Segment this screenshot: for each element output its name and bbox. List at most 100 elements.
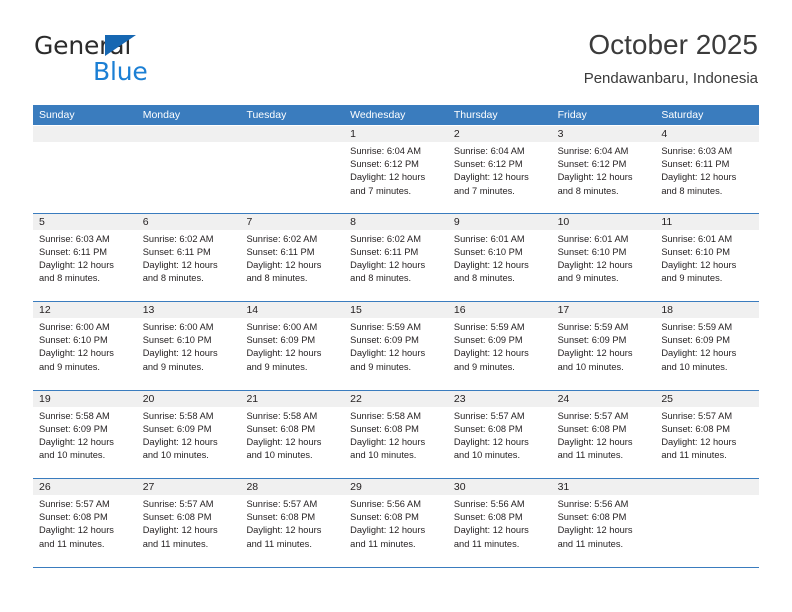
daylight-text-line1: Daylight: 12 hours: [557, 525, 633, 536]
sunset-text: Sunset: 6:08 PM: [350, 423, 419, 434]
sunrise-text: Sunrise: 5:58 AM: [39, 410, 110, 421]
day-cell[interactable]: 18 Sunrise: 5:59 AM Sunset: 6:09 PM Dayligh…: [655, 302, 760, 390]
sunrise-text: Sunrise: 5:57 AM: [39, 499, 110, 509]
day-number: 9: [447, 213, 552, 230]
sunset-text: Sunset: 6:09 PM: [453, 335, 523, 346]
sunset-text: Sunset: 6:10 PM: [142, 335, 212, 346]
day-cell[interactable]: 23 Sunrise: 5:57 AM Sunset: 6:08 PM Dayligh…: [447, 390, 552, 478]
day-details: Sunrise: 5:57 AM Sunset: 6:08 PM Daylight:…: [655, 407, 759, 463]
day-cell[interactable]: 7 Sunrise: 6:02 AM Sunset: 6:11 PM Daylight…: [240, 213, 345, 301]
day-cell[interactable]: 15 Sunrise: 5:59 AM Sunset: 6:09 PM Dayligh…: [344, 302, 448, 390]
daylight-text-line2: and 7 minutes.: [453, 185, 515, 196]
sunrise-text: Sunrise: 6:02 AM: [350, 233, 421, 244]
sunrise-text: Sunrise: 5:57 AM: [557, 410, 629, 421]
day-cell[interactable]: 27 Sunrise: 5:57 AM Sunset: 6:08 PM Dayligh…: [136, 479, 241, 567]
daylight-text-line2: and 8 minutes.: [39, 273, 100, 284]
daylight-text-line2: and 11 minutes.: [661, 450, 727, 461]
sunset-text: Sunset: 6:11 PM: [142, 246, 211, 257]
daylight-text-line2: and 11 minutes.: [142, 538, 209, 549]
day-details: Sunrise: 5:56 AM Sunset: 6:08 PM Daylight:…: [448, 495, 552, 551]
daylight-text-line1: Daylight: 12 hours: [557, 348, 633, 359]
day-cell[interactable]: 3 Sunrise: 6:04 AM Sunset: 6:12 PM Daylight…: [551, 126, 656, 213]
day-details: Sunrise: 5:59 AM Sunset: 6:09 PM Daylight:…: [552, 318, 656, 374]
logo-text-blue: Blue: [93, 57, 148, 86]
day-cell[interactable]: 26 Sunrise: 5:57 AM Sunset: 6:08 PM Dayligh…: [33, 479, 137, 567]
weekday-header-row: Sunday Monday Tuesday Wednesday Thursday…: [33, 105, 759, 125]
day-cell[interactable]: 24 Sunrise: 5:57 AM Sunset: 6:08 PM Dayligh…: [551, 390, 656, 478]
day-cell[interactable]: 21 Sunrise: 5:58 AM Sunset: 6:08 PM Dayligh…: [240, 390, 345, 478]
day-cell[interactable]: 5 Sunrise: 6:03 AM Sunset: 6:11 PM Daylight…: [33, 213, 137, 301]
day-cell[interactable]: 2 Sunrise: 6:04 AM Sunset: 6:12 PM Daylight…: [447, 126, 552, 213]
daylight-text-line1: Daylight: 12 hours: [142, 259, 218, 270]
day-cell[interactable]: 16 Sunrise: 5:59 AM Sunset: 6:09 PM Dayligh…: [447, 302, 552, 390]
sunrise-text: Sunrise: 5:57 AM: [661, 410, 733, 421]
sunset-text: Sunset: 6:11 PM: [246, 246, 315, 257]
daylight-text-line2: and 9 minutes.: [453, 361, 515, 372]
day-cell[interactable]: 30 Sunrise: 5:56 AM Sunset: 6:08 PM Dayligh…: [447, 479, 552, 567]
day-number: 7: [240, 213, 345, 230]
sunrise-text: Sunrise: 5:58 AM: [350, 410, 421, 421]
sunset-text: Sunset: 6:08 PM: [557, 512, 627, 523]
day-cell[interactable]: 31 Sunrise: 5:56 AM Sunset: 6:08 PM Dayligh…: [551, 479, 656, 567]
day-cell[interactable]: 8 Sunrise: 6:02 AM Sunset: 6:11 PM Daylight…: [344, 213, 448, 301]
day-number: 6: [136, 213, 241, 230]
daylight-text-line2: and 8 minutes.: [661, 185, 723, 196]
day-cell[interactable]: 13 Sunrise: 6:00 AM Sunset: 6:10 PM Dayligh…: [136, 302, 241, 390]
day-number: 23: [447, 390, 552, 407]
day-cell[interactable]: 19 Sunrise: 5:58 AM Sunset: 6:09 PM Dayligh…: [33, 390, 137, 478]
day-cell[interactable]: 29 Sunrise: 5:56 AM Sunset: 6:08 PM Dayligh…: [344, 479, 448, 567]
sunrise-text: Sunrise: 6:04 AM: [350, 146, 421, 156]
daylight-text-line1: Daylight: 12 hours: [39, 348, 114, 359]
day-cell[interactable]: 4 Sunrise: 6:03 AM Sunset: 6:11 PM Daylight…: [655, 126, 760, 213]
day-details: Sunrise: 6:04 AM Sunset: 6:12 PM Daylight:…: [344, 142, 448, 198]
daylight-text-line1: Daylight: 12 hours: [453, 348, 529, 359]
daylight-text-line1: Daylight: 12 hours: [661, 436, 737, 447]
daylight-text-line1: Daylight: 12 hours: [142, 436, 218, 447]
daylight-text-line1: Daylight: 12 hours: [453, 172, 529, 183]
day-details: Sunrise: 6:04 AM Sunset: 6:12 PM Daylight:…: [552, 142, 656, 198]
daylight-text-line2: and 10 minutes.: [142, 450, 209, 461]
day-cell[interactable]: 28 Sunrise: 5:57 AM Sunset: 6:08 PM Dayligh…: [240, 479, 345, 567]
daylight-text-line1: Daylight: 12 hours: [453, 525, 529, 536]
sunrise-text: Sunrise: 5:57 AM: [142, 499, 214, 509]
day-cell[interactable]: 22 Sunrise: 5:58 AM Sunset: 6:08 PM Dayligh…: [344, 390, 448, 478]
sunset-text: Sunset: 6:08 PM: [453, 512, 523, 523]
day-cell[interactable]: 1 Sunrise: 6:04 AM Sunset: 6:12 PM Daylight…: [344, 126, 448, 213]
day-number: 12: [33, 302, 137, 318]
sunset-text: Sunset: 6:10 PM: [453, 246, 523, 257]
daylight-text-line1: Daylight: 12 hours: [453, 436, 529, 447]
logo-text-general: General: [34, 31, 132, 60]
generalblue-logo[interactable]: General Blue: [34, 32, 254, 92]
day-cell[interactable]: 17 Sunrise: 5:59 AM Sunset: 6:09 PM Dayligh…: [551, 302, 656, 390]
weekday-header-friday: Friday: [557, 109, 587, 121]
day-cell[interactable]: 12 Sunrise: 6:00 AM Sunset: 6:10 PM Dayligh…: [33, 302, 137, 390]
daylight-text-line2: and 11 minutes.: [246, 538, 312, 549]
day-cell[interactable]: 11 Sunrise: 6:01 AM Sunset: 6:10 PM Dayligh…: [655, 213, 760, 301]
day-number: 8: [344, 213, 448, 230]
sunrise-text: Sunrise: 6:02 AM: [142, 233, 214, 244]
day-details: Sunrise: 6:01 AM Sunset: 6:10 PM Daylight:…: [552, 230, 656, 286]
day-details: [137, 142, 241, 145]
sunset-text: Sunset: 6:11 PM: [350, 246, 419, 257]
day-number: 28: [240, 479, 345, 495]
day-number: 4: [655, 126, 760, 142]
calendar-week-row: 26 Sunrise: 5:57 AM Sunset: 6:08 PM Dayligh…: [33, 479, 760, 568]
day-number: 27: [136, 479, 241, 495]
day-cell[interactable]: 10 Sunrise: 6:01 AM Sunset: 6:10 PM Dayligh…: [551, 213, 656, 301]
day-cell[interactable]: 6 Sunrise: 6:02 AM Sunset: 6:11 PM Daylight…: [136, 213, 241, 301]
day-details: Sunrise: 5:59 AM Sunset: 6:09 PM Daylight:…: [448, 318, 552, 374]
day-cell[interactable]: 25 Sunrise: 5:57 AM Sunset: 6:08 PM Dayligh…: [655, 390, 760, 478]
day-cell[interactable]: 9 Sunrise: 6:01 AM Sunset: 6:10 PM Daylight…: [447, 213, 552, 301]
daylight-text-line2: and 11 minutes.: [39, 538, 105, 549]
daylight-text-line1: Daylight: 12 hours: [246, 525, 322, 536]
day-details: [240, 142, 344, 145]
day-cell[interactable]: 20 Sunrise: 5:58 AM Sunset: 6:09 PM Dayligh…: [136, 390, 241, 478]
daylight-text-line1: Daylight: 12 hours: [661, 172, 737, 183]
day-cell[interactable]: 14 Sunrise: 6:00 AM Sunset: 6:09 PM Dayligh…: [240, 302, 345, 390]
day-details: Sunrise: 5:56 AM Sunset: 6:08 PM Daylight:…: [344, 495, 448, 551]
sunset-text: Sunset: 6:12 PM: [453, 159, 523, 170]
day-details: [33, 142, 137, 145]
day-details: Sunrise: 6:03 AM Sunset: 6:11 PM Daylight:…: [33, 230, 137, 286]
day-number: [240, 126, 345, 142]
daylight-text-line2: and 10 minutes.: [453, 450, 521, 461]
